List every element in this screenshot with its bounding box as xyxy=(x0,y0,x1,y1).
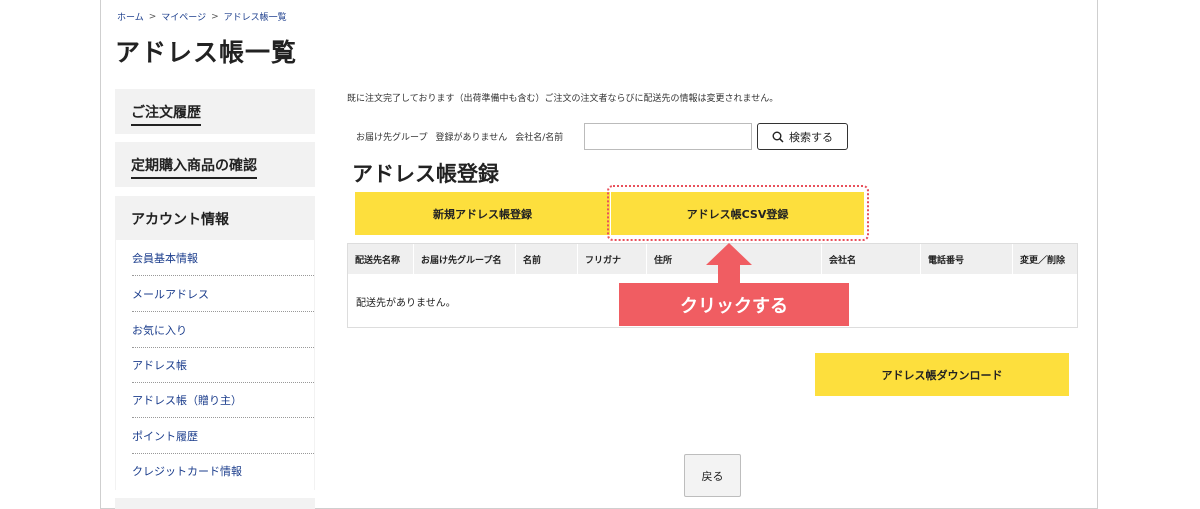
table-header-cell: 会社名 xyxy=(822,244,921,274)
search-row: お届け先グループ 登録がありません 会社名/名前 xyxy=(356,123,571,150)
sidebar-item-email[interactable]: メールアドレス xyxy=(132,276,314,312)
sidebar-order-history[interactable]: ご注文履歴 xyxy=(115,89,315,134)
back-button[interactable]: 戻る xyxy=(684,454,741,497)
sidebar-account-list: 会員基本情報 メールアドレス お気に入り アドレス帳 アドレス帳（贈り主） ポイ… xyxy=(115,240,315,490)
breadcrumb: ホーム > マイページ > アドレス帳一覧 xyxy=(117,10,287,24)
annotation-callout: クリックする xyxy=(619,283,849,326)
sidebar-item-favorites[interactable]: お気に入り xyxy=(132,312,314,348)
highlight-frame xyxy=(607,185,869,241)
company-label: 会社名/名前 xyxy=(515,133,564,143)
sidebar-account-heading-label: アカウント情報 xyxy=(131,212,229,228)
sidebar-item-credit-card[interactable]: クレジットカード情報 xyxy=(132,453,314,489)
table-header-cell: 電話番号 xyxy=(921,244,1013,274)
sidebar-item-address-book[interactable]: アドレス帳 xyxy=(132,347,314,383)
sidebar-subscription[interactable]: 定期購入商品の確認 xyxy=(115,142,315,187)
new-address-button[interactable]: 新規アドレス帳登録 xyxy=(355,192,610,235)
sidebar-subscription-label: 定期購入商品の確認 xyxy=(131,155,257,179)
sidebar-item-points[interactable]: ポイント履歴 xyxy=(132,418,314,454)
group-value: 登録がありません xyxy=(435,133,508,143)
sidebar-account-heading: アカウント情報 xyxy=(115,196,315,240)
search-button-label: 検索する xyxy=(789,130,833,144)
section-title: アドレス帳登録 xyxy=(352,162,499,186)
table-header-cell: 変更／削除 xyxy=(1020,255,1066,266)
breadcrumb-separator: > xyxy=(211,11,219,22)
breadcrumb-separator: > xyxy=(148,11,157,22)
breadcrumb-current: アドレス帳一覧 xyxy=(223,13,287,23)
search-icon xyxy=(772,131,784,143)
sidebar-order-history-label: ご注文履歴 xyxy=(131,102,201,126)
sidebar-item-member-info[interactable]: 会員基本情報 xyxy=(132,240,314,276)
page-title: アドレス帳一覧 xyxy=(115,38,298,67)
breadcrumb-mypage[interactable]: マイページ xyxy=(161,10,206,23)
arrow-up-icon xyxy=(706,243,752,285)
search-button[interactable]: 検索する xyxy=(757,123,848,150)
breadcrumb-home[interactable]: ホーム xyxy=(117,10,144,23)
search-input[interactable] xyxy=(584,123,752,150)
table-header-cell: フリガナ xyxy=(578,244,647,274)
sidebar-item-address-book-sender[interactable]: アドレス帳（贈り主） xyxy=(132,382,314,418)
table-header-cell: 名前 xyxy=(516,244,578,274)
notice-text: 既に注文完了しております（出荷準備中も含む）ご注文の注文者ならびに配送先の情報は… xyxy=(347,94,779,104)
table-header-cell: お届け先グループ名 xyxy=(414,244,516,274)
download-button[interactable]: アドレス帳ダウンロード xyxy=(815,353,1069,396)
table-empty-message: 配送先がありません。 xyxy=(356,298,456,309)
group-label: お届け先グループ xyxy=(356,133,428,143)
sidebar-next-box xyxy=(115,498,315,509)
table-header-cell: 配送先名称 xyxy=(348,244,414,274)
